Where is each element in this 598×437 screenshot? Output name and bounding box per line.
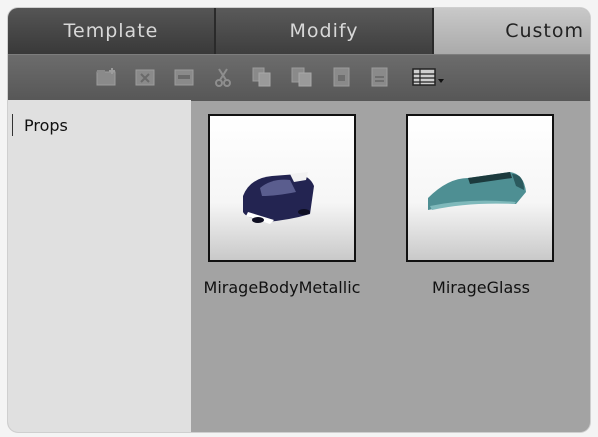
library-frame: Template Modify Custom Props MirageBodyM… xyxy=(8,8,590,432)
car-body-icon xyxy=(243,172,314,224)
toolbar xyxy=(8,54,590,101)
category-list: Props xyxy=(8,100,191,432)
paste-icon[interactable] xyxy=(291,67,312,87)
duplicate-icon[interactable] xyxy=(332,67,352,87)
copy-icon[interactable] xyxy=(252,67,272,87)
selection-bracket-icon xyxy=(12,114,16,136)
tab-custom[interactable]: Custom xyxy=(434,8,590,54)
thumbnail-mirage-body-metallic[interactable] xyxy=(208,114,356,262)
rename-icon[interactable] xyxy=(174,67,194,87)
library-panel: Template Modify Custom Props MirageBodyM… xyxy=(0,0,598,437)
new-folder-icon[interactable] xyxy=(96,67,116,87)
tab-bar: Template Modify Custom xyxy=(8,8,590,54)
cut-icon[interactable] xyxy=(213,67,233,87)
tab-modify[interactable]: Modify xyxy=(216,8,434,54)
list-item-props[interactable]: Props xyxy=(12,114,68,136)
save-icon[interactable] xyxy=(370,67,390,87)
car-glass-icon xyxy=(428,172,526,210)
tab-template[interactable]: Template xyxy=(8,8,216,54)
thumbnail-label: MirageBodyMetallic xyxy=(203,278,361,297)
view-options-icon[interactable] xyxy=(412,67,446,87)
thumbnail-label: MirageGlass xyxy=(432,278,530,297)
delete-icon[interactable] xyxy=(135,67,155,87)
list-item-label: Props xyxy=(24,115,68,135)
thumbnail-mirage-glass[interactable] xyxy=(406,114,554,262)
item-grid: MirageBodyMetallic MirageGlass xyxy=(191,100,590,432)
